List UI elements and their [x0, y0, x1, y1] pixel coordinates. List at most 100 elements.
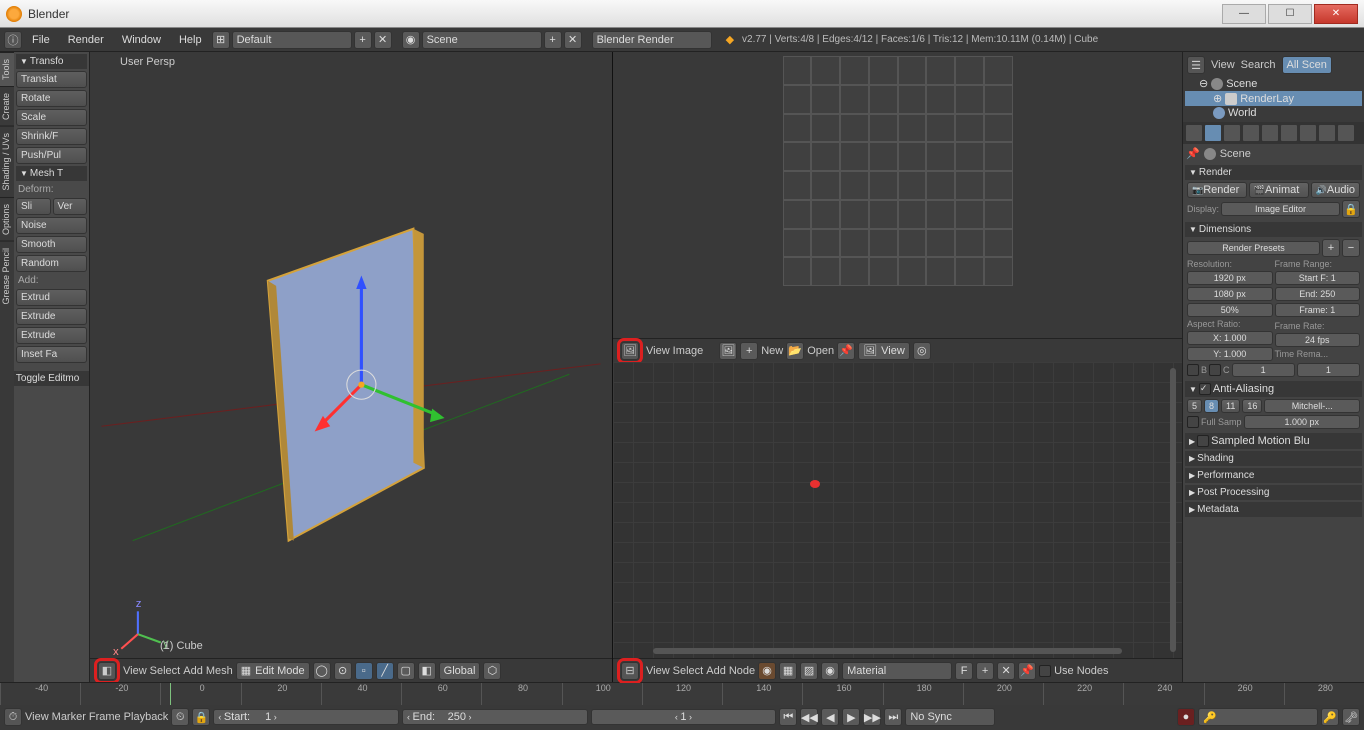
- sel-edge-icon[interactable]: ╱: [376, 662, 394, 680]
- maximize-button[interactable]: ☐: [1268, 4, 1312, 24]
- ctx-scene-icon[interactable]: [1223, 124, 1241, 142]
- sync-dropdown[interactable]: No Sync: [905, 708, 995, 726]
- aa-filter-dropdown[interactable]: Mitchell-...: [1264, 399, 1360, 413]
- aa-panel-header[interactable]: Anti-Aliasing: [1185, 381, 1362, 397]
- crop-checkbox[interactable]: [1209, 364, 1221, 376]
- aa-enable-checkbox[interactable]: [1199, 383, 1211, 395]
- res-x-field[interactable]: 1920 px: [1187, 271, 1273, 285]
- slide-button[interactable]: Sli: [16, 198, 51, 215]
- ctx-object-icon[interactable]: [1261, 124, 1279, 142]
- delete-key-icon[interactable]: 🗝: [1342, 708, 1360, 726]
- ctx-constraint-icon[interactable]: [1280, 124, 1298, 142]
- render-button[interactable]: 📷Render: [1187, 182, 1247, 198]
- random-button[interactable]: Random: [16, 255, 87, 272]
- uv-menu-image[interactable]: Image: [673, 345, 704, 357]
- vertex-button[interactable]: Ver: [53, 198, 88, 215]
- inset-button[interactable]: Inset Fa: [16, 346, 87, 363]
- end-frame-field2[interactable]: ‹ End: 250 ›: [402, 709, 588, 725]
- 3d-menu-add[interactable]: Add: [183, 665, 203, 677]
- aspect-y-field[interactable]: Y: 1.000: [1187, 347, 1273, 361]
- uv-menu-view[interactable]: View: [646, 345, 670, 357]
- snap-icon[interactable]: ⬡: [483, 662, 501, 680]
- breadcrumb-scene[interactable]: Scene: [1220, 148, 1251, 160]
- full-sample-checkbox[interactable]: [1187, 416, 1199, 428]
- timeline-cursor[interactable]: [170, 683, 171, 705]
- editor-type-info-icon[interactable]: ⓘ: [4, 31, 22, 49]
- range-toggle-icon[interactable]: ⏲: [171, 708, 189, 726]
- insert-key-icon[interactable]: 🔑: [1321, 708, 1339, 726]
- preset-del-button[interactable]: −: [1342, 239, 1360, 257]
- pin-prop-icon[interactable]: 📌: [1186, 147, 1200, 160]
- aa-16-button[interactable]: 16: [1242, 399, 1262, 413]
- autokey-record-icon[interactable]: ●: [1177, 708, 1195, 726]
- operator-panel-header[interactable]: Toggle Editmo: [14, 371, 89, 386]
- uv-new-button[interactable]: New: [761, 345, 783, 357]
- node-menu-view[interactable]: View: [646, 665, 670, 677]
- image-new-plus-icon[interactable]: +: [740, 342, 758, 360]
- postproc-panel-header[interactable]: Post Processing: [1185, 485, 1362, 500]
- material-del-button[interactable]: ✕: [997, 662, 1015, 680]
- material-dropdown[interactable]: Material: [842, 662, 952, 680]
- tl-menu-playback[interactable]: Playback: [124, 711, 169, 723]
- ctx-material-icon[interactable]: [1337, 124, 1355, 142]
- node-tree-shader-icon[interactable]: ◉: [758, 662, 776, 680]
- node-tree-tex-icon[interactable]: ▨: [800, 662, 818, 680]
- mesh-panel-header[interactable]: Mesh T: [16, 166, 87, 181]
- node-menu-node[interactable]: Node: [729, 665, 755, 677]
- preset-add-button[interactable]: +: [1322, 239, 1340, 257]
- sel-face-icon[interactable]: ▢: [397, 662, 415, 680]
- folder-open-icon[interactable]: 📂: [786, 342, 804, 360]
- layout-add-button[interactable]: +: [354, 31, 372, 49]
- start-frame-field2[interactable]: ‹ Start: 1 ›: [213, 709, 399, 725]
- aa-8-button[interactable]: 8: [1204, 399, 1219, 413]
- tl-menu-frame[interactable]: Frame: [89, 711, 121, 723]
- res-pct-field[interactable]: 50%: [1187, 303, 1273, 317]
- shading-panel-header[interactable]: Shading: [1185, 451, 1362, 466]
- tool-tab-options[interactable]: Options: [0, 197, 14, 241]
- outliner-view-menu[interactable]: View: [1211, 59, 1235, 71]
- scene-add-button[interactable]: +: [544, 31, 562, 49]
- scale-button[interactable]: Scale: [16, 109, 87, 126]
- 3d-menu-mesh[interactable]: Mesh: [206, 665, 233, 677]
- layout-browse-icon[interactable]: ⊞: [212, 31, 230, 49]
- uv-open-button[interactable]: Open: [807, 345, 834, 357]
- orientation-dropdown[interactable]: Global: [439, 662, 481, 680]
- play-icon[interactable]: ▶: [842, 708, 860, 726]
- outliner-search-menu[interactable]: Search: [1241, 59, 1276, 71]
- push-button[interactable]: Push/Pul: [16, 147, 87, 164]
- fps-dropdown[interactable]: 24 fps: [1275, 333, 1361, 347]
- layout-del-button[interactable]: ✕: [374, 31, 392, 49]
- scene-browse-icon[interactable]: ◉: [402, 31, 420, 49]
- current-frame-field[interactable]: ‹ 1 ›: [591, 709, 777, 725]
- uv-view-dropdown[interactable]: 🖼 View: [858, 342, 910, 360]
- shading-dropdown-icon[interactable]: ◯: [313, 662, 331, 680]
- 3d-viewport[interactable]: z y x: [90, 52, 612, 682]
- 3d-menu-view[interactable]: View: [123, 665, 147, 677]
- editor-type-timeline-icon[interactable]: ⏱: [4, 708, 22, 726]
- material-browse-icon[interactable]: ◉: [821, 662, 839, 680]
- jump-end-icon[interactable]: ⏭: [884, 708, 902, 726]
- extrude-region-button[interactable]: Extrud: [16, 289, 87, 306]
- ctx-renderlayer-icon[interactable]: [1204, 124, 1222, 142]
- node-tree-comp-icon[interactable]: ▦: [779, 662, 797, 680]
- render-engine-dropdown[interactable]: Blender Render: [592, 31, 712, 49]
- sel-vertex-icon[interactable]: ▫: [355, 662, 373, 680]
- jump-start-icon[interactable]: ⏮: [779, 708, 797, 726]
- lock-ui-icon[interactable]: 🔒: [1342, 200, 1360, 218]
- rotate-button[interactable]: Rotate: [16, 90, 87, 107]
- translate-button[interactable]: Translat: [16, 71, 87, 88]
- ctx-render-icon[interactable]: [1185, 124, 1203, 142]
- editor-type-3dview-icon[interactable]: ◧: [98, 662, 116, 680]
- ctx-data-icon[interactable]: [1318, 124, 1336, 142]
- start-frame-field[interactable]: Start F: 1: [1275, 271, 1361, 285]
- lock-range-icon[interactable]: 🔒: [192, 708, 210, 726]
- tl-menu-marker[interactable]: Marker: [52, 711, 86, 723]
- menu-help[interactable]: Help: [171, 32, 210, 48]
- shrink-button[interactable]: Shrink/F: [16, 128, 87, 145]
- scene-dropdown[interactable]: Scene: [422, 31, 542, 49]
- pin-icon[interactable]: 📌: [837, 342, 855, 360]
- tl-menu-view[interactable]: View: [25, 711, 49, 723]
- close-button[interactable]: ✕: [1314, 4, 1358, 24]
- editor-type-node-icon[interactable]: ⊟: [621, 662, 639, 680]
- res-y-field[interactable]: 1080 px: [1187, 287, 1273, 301]
